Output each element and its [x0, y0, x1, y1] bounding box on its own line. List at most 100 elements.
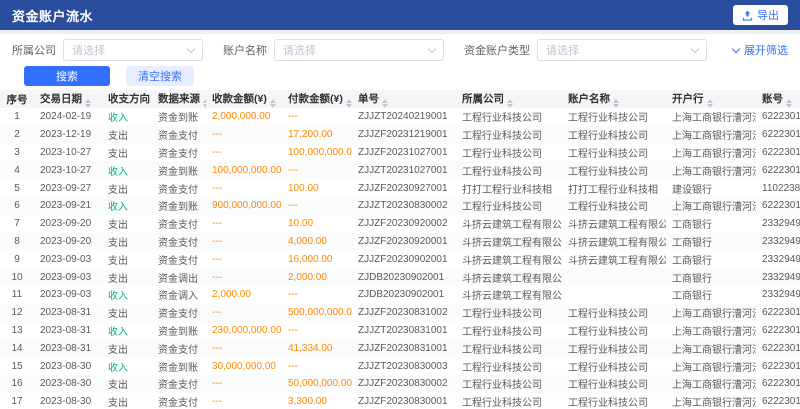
cell-date: 2023-09-03 — [34, 286, 102, 304]
cell-receipt: --- — [206, 304, 282, 322]
cell-no: 1 — [0, 108, 34, 126]
column-header-source[interactable]: 数据来源 — [152, 90, 206, 108]
cell-account_no: 62223011 — [756, 161, 800, 179]
column-header-receipt[interactable]: 收款金额(¥) — [206, 90, 282, 108]
table-row: 22023-12-19支出资金支付---17,200.00ZJJZF202312… — [0, 126, 800, 144]
sort-icon[interactable] — [507, 99, 513, 108]
cell-date: 2023-08-30 — [34, 375, 102, 393]
cell-source: 资金调入 — [152, 286, 206, 304]
cell-order_no: ZJJZF20230927001 — [352, 179, 456, 197]
export-button[interactable]: 导出 — [733, 5, 788, 25]
cell-payment: 100,000,000.00 — [282, 144, 352, 162]
cell-account_name: 工程行业科技公司 — [562, 339, 666, 357]
column-header-account_name[interactable]: 账户名称 — [562, 90, 666, 108]
column-header-account_no[interactable]: 账号 — [756, 90, 800, 108]
cell-source: 资金支付 — [152, 144, 206, 162]
cell-receipt: --- — [206, 375, 282, 393]
table-row: 42023-10-27收入资金到账100,000,000.00---ZJJZT2… — [0, 161, 800, 179]
account-type-select[interactable]: 请选择 — [537, 39, 707, 61]
cell-order_no: ZJJZF20231027001 — [352, 144, 456, 162]
filter-label-company: 所属公司 — [12, 42, 56, 58]
table-row: 102023-09-03支出资金调出---2,000.00ZJDB2023090… — [0, 268, 800, 286]
sort-icon[interactable] — [270, 99, 276, 108]
cell-receipt: 230,000,000.00 — [206, 322, 282, 340]
clear-search-button[interactable]: 清空搜索 — [126, 66, 194, 86]
column-header-company[interactable]: 所属公司 — [456, 90, 562, 108]
sort-icon[interactable] — [786, 99, 792, 108]
sort-icon[interactable] — [203, 99, 206, 108]
cell-bank: 上海工商银行漕河泾支行 — [666, 144, 756, 162]
cell-payment: 16,000.00 — [282, 250, 352, 268]
cell-source: 资金支付 — [152, 304, 206, 322]
cell-receipt: --- — [206, 268, 282, 286]
company-select-placeholder: 请选择 — [72, 42, 105, 58]
cell-no: 9 — [0, 250, 34, 268]
cell-bank: 工商银行 — [666, 268, 756, 286]
table-row: 52023-09-27支出资金支付---100.00ZJJZF202309270… — [0, 179, 800, 197]
cell-bank: 上海工商银行漕河泾支行 — [666, 393, 756, 409]
cell-account_name: 工程行业科技公司 — [562, 357, 666, 375]
filter-label-account-name: 账户名称 — [223, 42, 267, 58]
table-row: 112023-09-03收入资金调入2,000.00---ZJDB2023090… — [0, 286, 800, 304]
column-header-order_no[interactable]: 单号 — [352, 90, 456, 108]
column-header-bank[interactable]: 开户行 — [666, 90, 756, 108]
cell-direction: 支出 — [102, 339, 152, 357]
cell-source: 资金支付 — [152, 250, 206, 268]
column-header-direction[interactable]: 收支方向 — [102, 90, 152, 108]
cell-company: 工程行业科技公司 — [456, 126, 562, 144]
column-header-payment[interactable]: 付款金额(¥) — [282, 90, 352, 108]
chevron-down-icon — [428, 44, 436, 52]
sort-icon[interactable] — [346, 99, 352, 108]
cell-account_name: 斗挤云建筑工程有限公司 — [562, 215, 666, 233]
cell-company: 工程行业科技公司 — [456, 357, 562, 375]
cell-company: 工程行业科技公司 — [456, 144, 562, 162]
cell-account_no: 62223011 — [756, 375, 800, 393]
cell-account_name: 工程行业科技公司 — [562, 144, 666, 162]
table-row: 132023-08-31收入资金到账230,000,000.00---ZJJZT… — [0, 322, 800, 340]
cell-no: 4 — [0, 161, 34, 179]
cell-direction: 支出 — [102, 375, 152, 393]
cell-no: 2 — [0, 126, 34, 144]
cell-date: 2023-09-21 — [34, 197, 102, 215]
sort-icon[interactable] — [707, 99, 713, 108]
cell-account_no: 62223011 — [756, 126, 800, 144]
sort-icon[interactable] — [382, 99, 388, 108]
cell-account_name: 打打工程行业科技相 — [562, 179, 666, 197]
column-header-label: 账号 — [762, 93, 783, 105]
sort-icon[interactable] — [613, 99, 619, 108]
cell-company: 工程行业科技公司 — [456, 339, 562, 357]
cell-order_no: ZJJZF20231219001 — [352, 126, 456, 144]
cell-account_name: 工程行业科技公司 — [562, 322, 666, 340]
cell-receipt: 30,000,000.00 — [206, 357, 282, 375]
cell-source: 资金到账 — [152, 161, 206, 179]
cell-company: 斗挤云建筑工程有限公司 — [456, 268, 562, 286]
account-name-select[interactable]: 请选择 — [274, 39, 444, 61]
table-row: 72023-09-20支出资金支付---10.00ZJJZF2023092000… — [0, 215, 800, 233]
page-title: 资金账户流水 — [12, 6, 93, 25]
cell-account_no: 62223011 — [756, 304, 800, 322]
cell-direction: 支出 — [102, 233, 152, 251]
cell-no: 7 — [0, 215, 34, 233]
column-header-date[interactable]: 交易日期 — [34, 90, 102, 108]
cell-account_no: 23329499 — [756, 233, 800, 251]
company-select[interactable]: 请选择 — [63, 39, 203, 61]
cell-bank: 上海工商银行漕河泾支行 — [666, 126, 756, 144]
column-header-label: 付款金额(¥) — [288, 93, 343, 105]
column-header-label: 数据来源 — [158, 93, 200, 105]
cell-receipt: --- — [206, 126, 282, 144]
cell-source: 资金支付 — [152, 393, 206, 409]
cell-bank: 上海工商银行漕河泾支行 — [666, 375, 756, 393]
table-body: 12024-02-19收入资金到账2,000,000.00---ZJJZT202… — [0, 108, 800, 409]
cell-source: 资金到账 — [152, 197, 206, 215]
table-row: 32023-10-27支出资金支付---100,000,000.00ZJJZF2… — [0, 144, 800, 162]
cell-account_no: 62223011 — [756, 357, 800, 375]
cell-direction: 支出 — [102, 126, 152, 144]
column-header-label: 所属公司 — [462, 93, 504, 105]
expand-filters-link[interactable]: 展开筛选 — [733, 42, 788, 58]
cell-company: 斗挤云建筑工程有限公司 — [456, 286, 562, 304]
cell-account_name: 工程行业科技公司 — [562, 304, 666, 322]
search-button[interactable]: 搜索 — [24, 66, 110, 86]
cell-source: 资金到账 — [152, 322, 206, 340]
sort-icon[interactable] — [85, 99, 91, 108]
flow-table: 序号交易日期收支方向数据来源收款金额(¥)付款金额(¥)单号所属公司账户名称开户… — [0, 90, 800, 409]
